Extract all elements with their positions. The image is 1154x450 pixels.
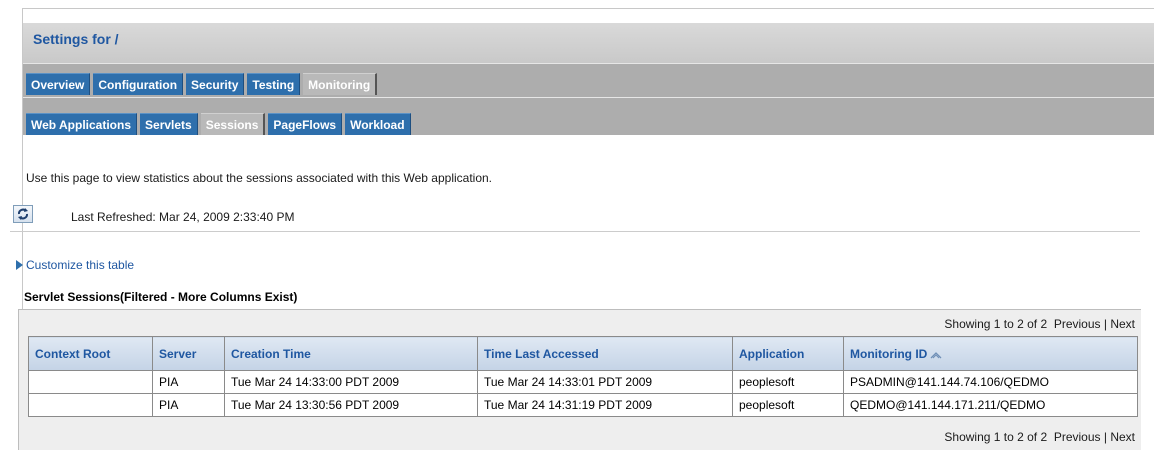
tab-monitoring[interactable]: Monitoring	[303, 73, 378, 95]
sessions-table-container: Showing 1 to 2 of 2 Previous | Next Cont…	[18, 309, 1141, 450]
column-header-monitoring-id-label: Monitoring ID	[850, 346, 928, 361]
column-header-context-root[interactable]: Context Root	[28, 336, 153, 371]
cell-context-root	[28, 393, 153, 417]
pager-next-link[interactable]: Next	[1110, 317, 1135, 331]
sort-ascending-icon	[930, 351, 942, 358]
customize-table-label: Customize this table	[26, 258, 135, 272]
table-row: PIA Tue Mar 24 13:30:56 PDT 2009 Tue Mar…	[28, 393, 1138, 417]
cell-creation-time: Tue Mar 24 13:30:56 PDT 2009	[224, 393, 478, 417]
tab-testing[interactable]: Testing	[247, 73, 301, 95]
page-header: Settings for /	[23, 23, 1154, 63]
table-row: PIA Tue Mar 24 14:33:00 PDT 2009 Tue Mar…	[28, 370, 1138, 394]
tab-security[interactable]: Security	[186, 73, 245, 95]
page-description: Use this page to view statistics about t…	[26, 171, 493, 185]
column-header-server[interactable]: Server	[152, 336, 225, 371]
page-title: Settings for /	[33, 31, 119, 47]
main-tab-bar: Overview Configuration Security Testing …	[23, 63, 1154, 97]
cell-creation-time: Tue Mar 24 14:33:00 PDT 2009	[224, 370, 478, 394]
refresh-button[interactable]	[13, 205, 33, 223]
refresh-bar: Last Refreshed: Mar 24, 2009 2:33:40 PM	[10, 201, 1140, 232]
cell-time-last-accessed: Tue Mar 24 14:33:01 PDT 2009	[477, 370, 733, 394]
table-header-row: Context Root Server Creation Time Time L…	[28, 336, 1138, 371]
last-refreshed-text: Last Refreshed: Mar 24, 2009 2:33:40 PM	[71, 210, 295, 224]
cell-monitoring-id: QEDMO@141.144.171.211/QEDMO	[843, 393, 1138, 417]
column-header-time-last-accessed[interactable]: Time Last Accessed	[477, 336, 733, 371]
expand-triangle-icon	[16, 260, 23, 270]
cell-monitoring-id: PSADMIN@141.144.74.106/QEDMO	[843, 370, 1138, 394]
tab-overview[interactable]: Overview	[26, 73, 91, 95]
cell-application: peoplesoft	[732, 393, 844, 417]
cell-time-last-accessed: Tue Mar 24 14:31:19 PDT 2009	[477, 393, 733, 417]
column-header-creation-time[interactable]: Creation Time	[224, 336, 478, 371]
pager-top: Showing 1 to 2 of 2 Previous | Next	[944, 317, 1135, 331]
table-title: Servlet Sessions(Filtered - More Columns…	[24, 290, 298, 304]
cell-server: PIA	[152, 370, 225, 394]
column-header-monitoring-id[interactable]: Monitoring ID	[843, 336, 1138, 371]
subtab-workload[interactable]: Workload	[345, 113, 411, 135]
subtab-pageflows[interactable]: PageFlows	[268, 113, 343, 135]
customize-table-link[interactable]: Customize this table	[16, 258, 134, 272]
tab-configuration[interactable]: Configuration	[93, 73, 184, 95]
pager-previous-link[interactable]: Previous	[1054, 317, 1101, 331]
cell-server: PIA	[152, 393, 225, 417]
refresh-icon	[18, 208, 28, 220]
sub-tab-bar: Web Applications Servlets Sessions PageF…	[23, 97, 1154, 135]
cell-context-root	[28, 370, 153, 394]
cell-application: peoplesoft	[732, 370, 844, 394]
sessions-table: Context Root Server Creation Time Time L…	[28, 336, 1138, 417]
column-header-application[interactable]: Application	[732, 336, 844, 371]
pager-separator: |	[1103, 317, 1107, 331]
subtab-servlets[interactable]: Servlets	[140, 113, 198, 135]
pager-showing: Showing 1 to 2 of 2	[944, 317, 1048, 331]
subtab-sessions[interactable]: Sessions	[200, 113, 266, 135]
subtab-web-applications[interactable]: Web Applications	[26, 113, 138, 135]
